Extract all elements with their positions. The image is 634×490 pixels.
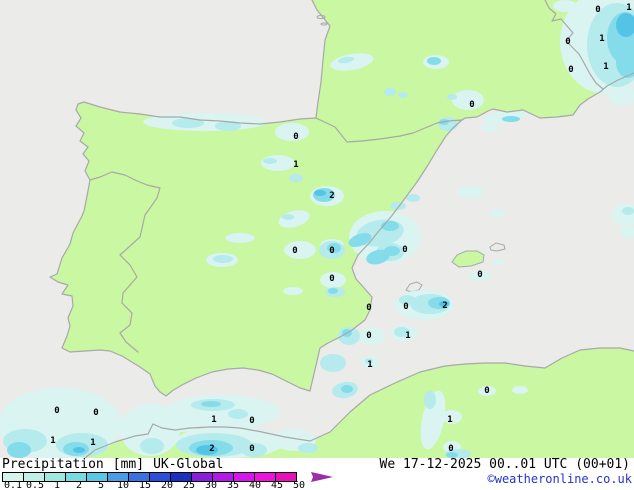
precip-value: 0 [366,331,371,341]
precip-blob [284,241,316,259]
precip-value: 0 [484,386,489,396]
weather-map-app: 01200000002011010010101000111020 Precipi… [0,0,634,490]
precip-value: 0 [54,406,59,416]
precip-value: 2 [209,444,214,454]
precip-blob [314,190,326,196]
precip-blob [553,0,577,12]
legend-tick-15: 15 [138,480,152,490]
precip-value: 1 [211,415,216,425]
precip-blob [390,202,406,210]
precip-value: 2 [442,301,447,311]
precip-value: 0 [93,408,98,418]
legend-tick-5: 5 [97,480,105,490]
precip-blob [452,90,484,110]
legend-tick-50: 50 [292,480,306,490]
precip-value: 0 [249,416,254,426]
precip-blob [489,209,505,217]
precip-value: 0 [292,246,297,256]
legend-tick-2: 2 [75,480,83,490]
legend-tick-35: 35 [226,480,240,490]
precip-blob [275,123,309,141]
precip-value: 0 [477,270,482,280]
precip-blob [225,233,255,243]
title-row: Precipitation [mm] UK-Global We 17-12-2025… [2,458,632,471]
title-unit: [mm] [112,457,145,472]
precip-blob [201,401,221,407]
precip-value: 0 [448,444,453,454]
precip-value: 0 [329,246,334,256]
precip-value: 0 [568,65,573,75]
map-title: Precipitation [mm] UK-Global [2,458,233,471]
legend-tick-0.1: 0.1 [3,480,23,490]
precip-blob [398,92,408,98]
precip-value: 1 [599,34,604,44]
precip-value: 0 [565,37,570,47]
legend-tick-10: 10 [116,480,130,490]
precip-blob [140,438,164,454]
precip-value: 1 [626,3,631,13]
copyright-label: ©weatheronline.co.uk [487,472,633,486]
legend-tick-20: 20 [160,480,174,490]
precip-blob [492,259,504,265]
legend-tick-30: 30 [204,480,218,490]
precip-value: 1 [447,415,452,425]
legend-tick-40: 40 [248,480,262,490]
precip-blob [328,288,338,294]
precip-blob [298,443,318,453]
precip-blob [406,194,420,202]
legend-tick-1: 1 [53,480,61,490]
precip-blob [359,327,385,345]
precip-blob [384,88,396,96]
precip-value: 0 [402,245,407,255]
precip-value: 1 [405,331,410,341]
precip-blob [481,124,499,132]
precip-blob [213,255,233,263]
precip-value: 0 [366,303,371,313]
precip-value: 1 [50,436,55,446]
legend-tick-25: 25 [182,480,196,490]
precip-value: 1 [90,438,95,448]
precip-value: 1 [603,62,608,72]
precip-blob [283,287,303,295]
title-model: UK-Global [153,457,224,472]
precip-blob [457,186,483,198]
precip-blob [73,447,85,453]
legend-tick-labels: 0.1 0.5 1 2 5 10 15 20 25 30 35 40 45 50 [2,480,362,490]
map-svg: 0 1 2 0 0 0 0 0 0 0 2 0 1 1 0 1 0 0 1 0 1 0 1 0 0 0 1 1 1 0 2 0 [0,0,634,460]
precip-blob [424,391,436,409]
legend-tick-0.5: 0.5 [25,480,45,490]
legend-tick-45: 45 [270,480,284,490]
precip-blob [282,214,294,220]
precip-blob [447,94,457,100]
precip-value: 0 [469,100,474,110]
precip-blob [512,386,528,394]
precip-blob [320,354,346,372]
map-area: 0 1 2 0 0 0 0 0 0 0 2 0 1 1 0 1 0 0 1 0 1 0 1 0 0 0 1 1 1 0 2 0 [0,0,634,460]
precip-blob [341,385,353,393]
valid-time-label: We 17-12-2025 00..01 UTC (00+01) [379,457,630,472]
precip-blob [263,158,277,164]
footer-bar: Precipitation [mm] UK-Global We 17-12-2025… [0,458,634,490]
precip-value: 0 [329,274,334,284]
precip-blob [143,113,267,131]
precip-blob [427,57,441,65]
precip-blob [228,409,248,419]
title-parameter: Precipitation [2,457,104,472]
precip-blob [7,442,31,458]
precip-value: 0 [403,302,408,312]
precip-value: 0 [293,132,298,142]
precip-blob [502,116,520,122]
precip-value: 1 [367,360,372,370]
precip-value: 0 [595,5,600,15]
precip-blob [289,174,303,182]
precip-blob [622,207,634,215]
precip-value: 1 [293,160,298,170]
precip-value: 0 [249,444,254,454]
legend-overflow-arrow [311,472,333,482]
precip-value: 2 [329,191,334,201]
